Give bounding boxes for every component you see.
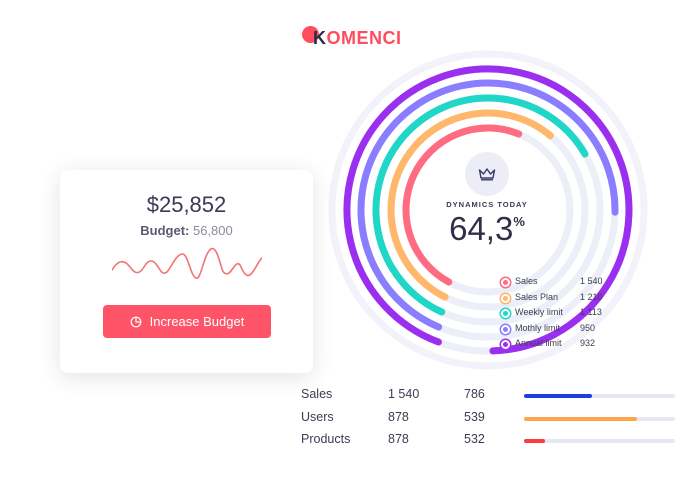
stat-value-1: 878 — [388, 409, 409, 424]
legend-name: Sales Plan — [515, 291, 559, 302]
dynamics-number: 64,3 — [449, 210, 514, 247]
legend-value: 932 — [580, 338, 596, 348]
dynamics-unit: % — [513, 214, 525, 229]
budget-label: Budget: — [140, 223, 190, 238]
legend-item: Annual limit 932 — [501, 338, 621, 354]
legend-dot — [501, 278, 510, 287]
ring-legend: Sales 1 540 Sales Plan 1 210 Weekly limi… — [501, 276, 621, 354]
increase-budget-label: Increase Budget — [149, 314, 245, 329]
stat-value-1: 878 — [388, 432, 409, 446]
budget-card: $25,852 Budget: 56,800 Increase Budget — [60, 170, 313, 373]
legend-name: Annual limit — [515, 338, 562, 348]
legend-value: 1 540 — [580, 276, 603, 286]
legend-item: Sales Plan 1 210 — [501, 292, 621, 308]
legend-value: 1 113 — [580, 307, 602, 317]
budget-line: Budget: 56,800 — [60, 223, 313, 238]
table-row: Sales 1 540 786 — [301, 387, 677, 410]
budget-value: 56,800 — [192, 223, 233, 238]
table-row: Products 878 532 — [301, 432, 677, 455]
stat-progress-track — [524, 416, 675, 421]
dynamics-value: 64,3% — [426, 210, 548, 248]
stat-progress-track — [524, 439, 675, 443]
legend-item: Weekly limit 1 113 — [501, 307, 621, 323]
legend-name: Mothly limit — [515, 322, 561, 333]
legend-name: Weekly limit — [515, 307, 563, 317]
legend-name: Sales — [515, 276, 538, 286]
stat-value-2: 539 — [464, 409, 485, 424]
legend-item: Sales 1 540 — [501, 276, 621, 292]
stat-name: Users — [301, 409, 334, 424]
legend-dot — [501, 340, 510, 349]
budget-amount: $25,852 — [146, 192, 227, 217]
dynamics-label: DYNAMICS TODAY — [446, 200, 528, 209]
table-row: Users 878 539 — [301, 410, 677, 433]
stat-name: Sales — [301, 387, 333, 401]
budget-sparkline — [112, 247, 262, 279]
stat-progress-fill — [524, 416, 638, 421]
stat-progress-fill — [524, 439, 546, 443]
pie-chart-icon — [130, 316, 142, 327]
legend-value: 1 210 — [580, 291, 603, 302]
stat-progress-track — [524, 394, 675, 398]
legend-dot — [501, 293, 510, 303]
increase-budget-button[interactable]: Increase Budget — [103, 305, 271, 338]
stat-value-2: 786 — [464, 387, 485, 401]
crown-icon — [478, 168, 496, 181]
legend-item: Mothly limit 950 — [501, 323, 621, 339]
stat-value-1: 1 540 — [388, 387, 420, 401]
legend-dot — [501, 324, 510, 334]
crown-badge — [465, 152, 509, 196]
stat-value-2: 532 — [464, 432, 485, 446]
stat-progress-fill — [524, 394, 592, 398]
stats-table: Sales 1 540 786 Users 878 539 Products 8… — [301, 387, 677, 455]
legend-dot — [501, 309, 510, 318]
legend-value: 950 — [580, 322, 596, 333]
stat-name: Products — [301, 432, 351, 446]
